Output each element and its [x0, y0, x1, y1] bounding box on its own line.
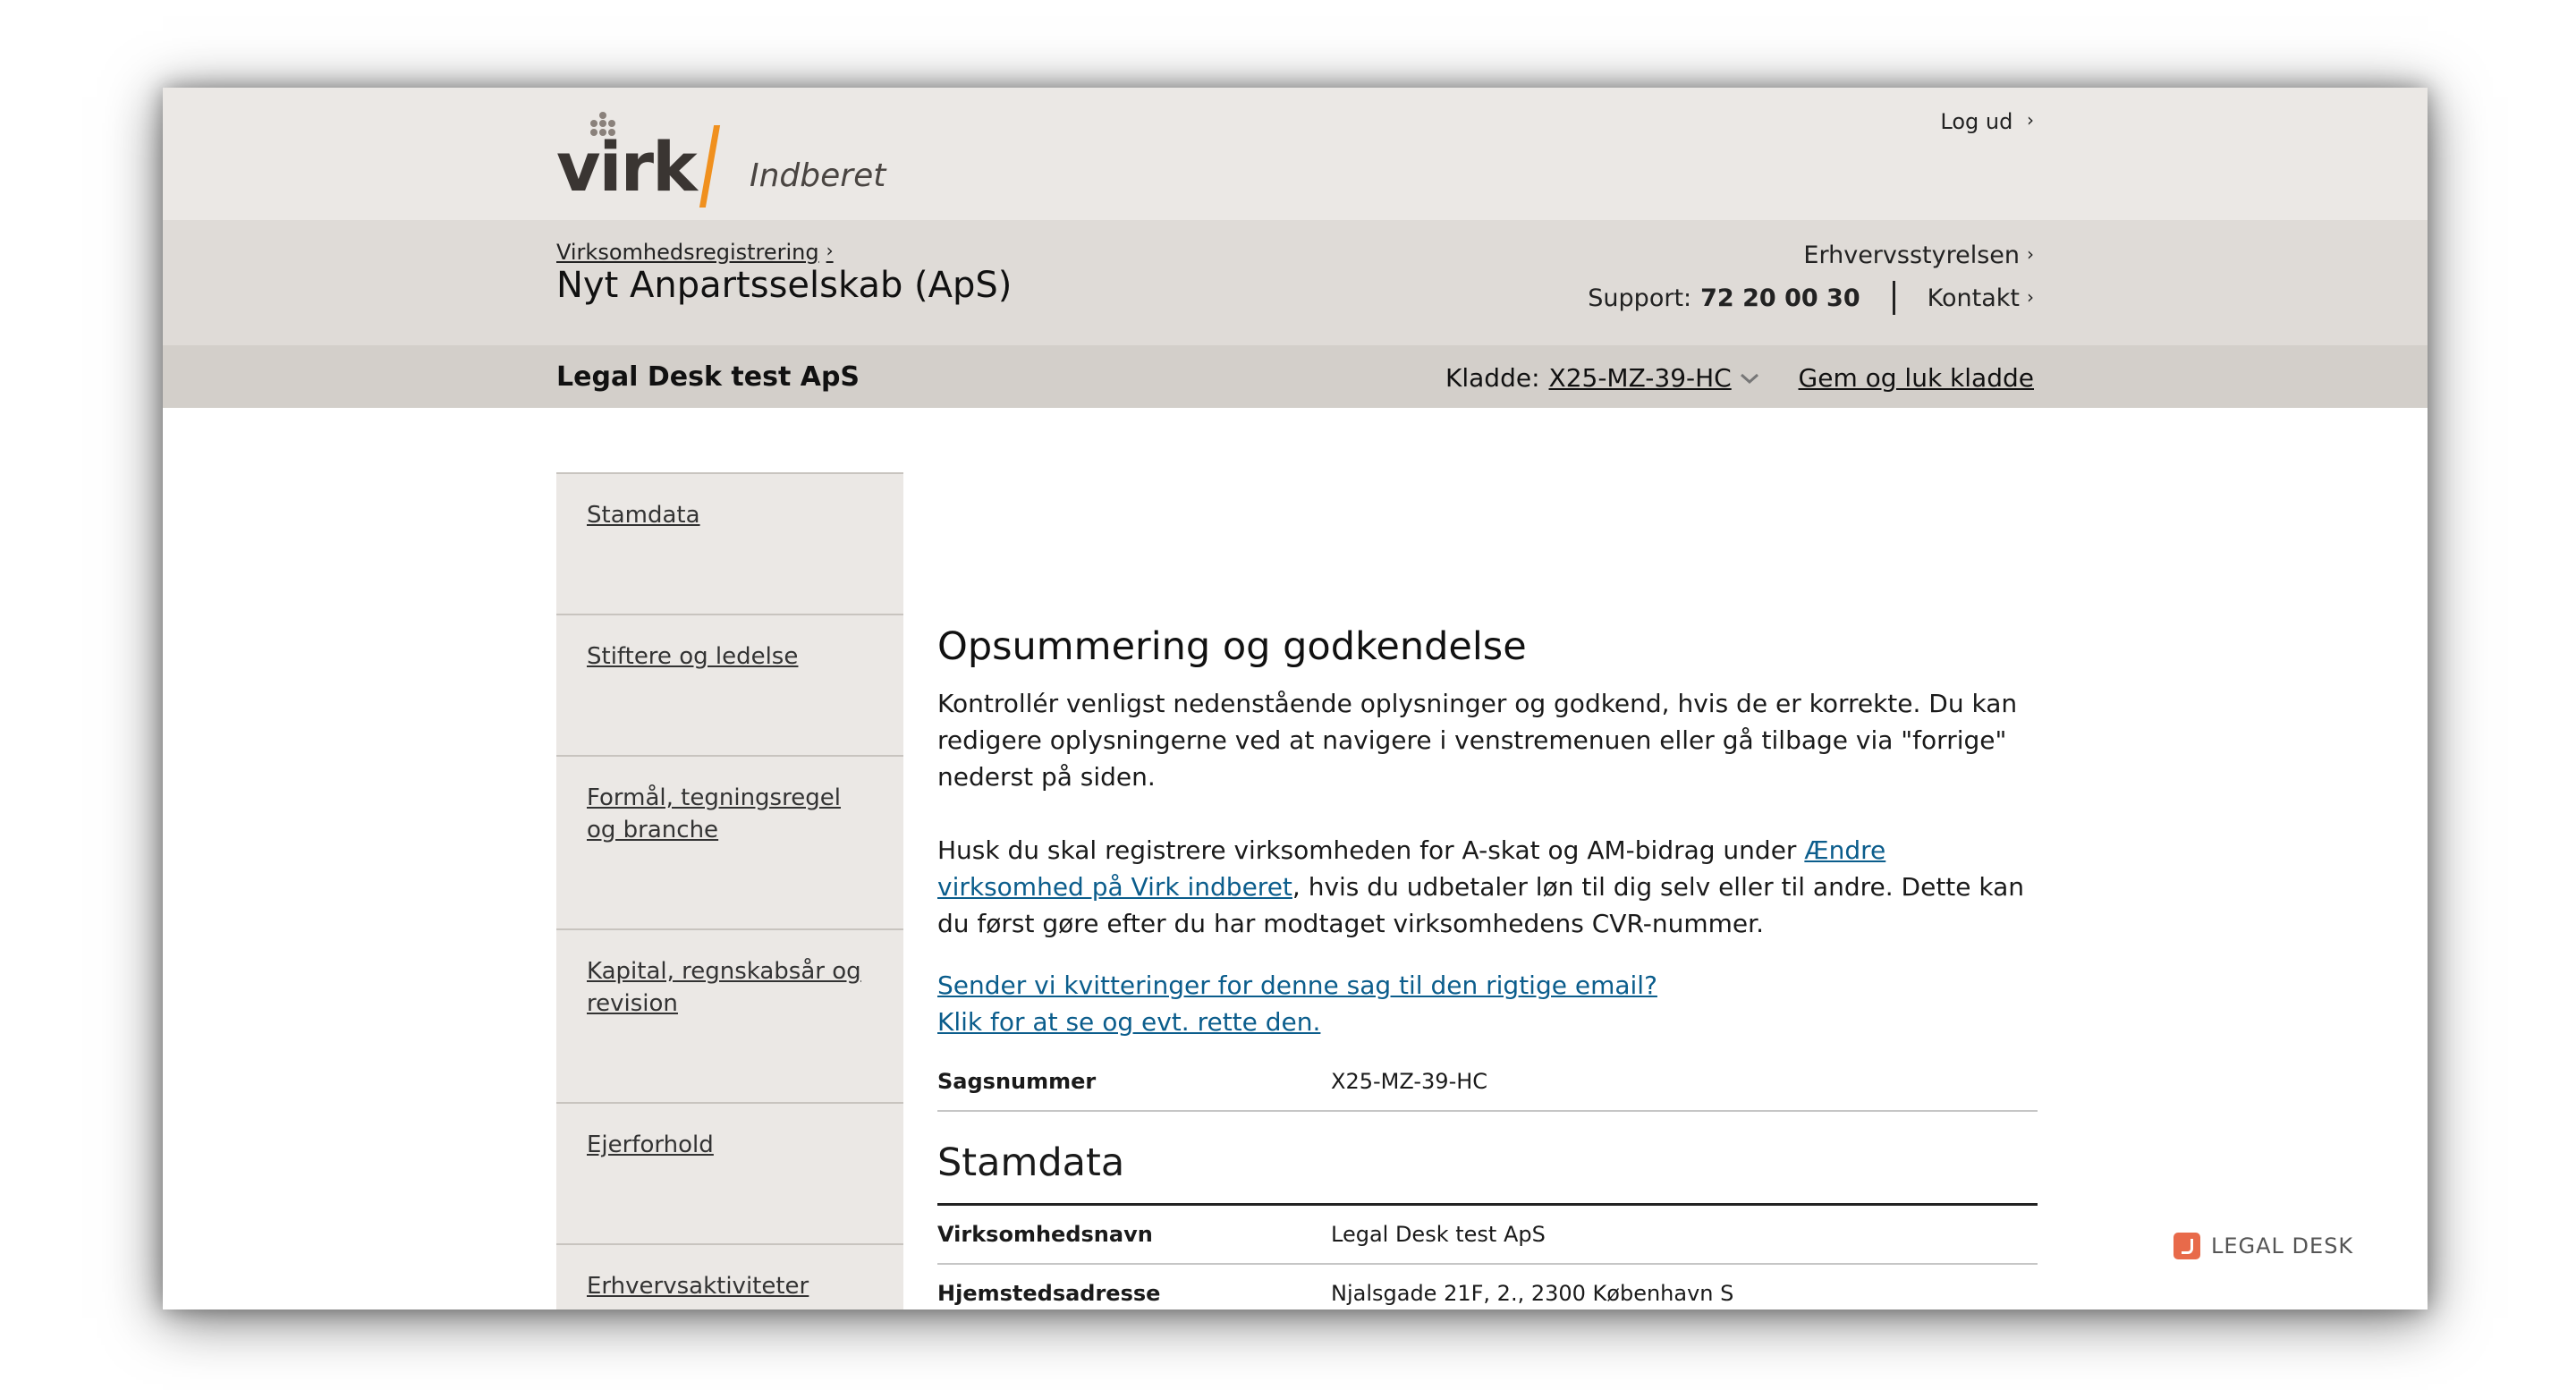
chevron-right-icon: › — [2027, 243, 2034, 265]
draft-code[interactable]: X25-MZ-39-HC — [1549, 363, 1732, 393]
summary-title: Opsummering og godkendelse — [937, 624, 1527, 669]
legal-desk-badge[interactable]: LEGAL DESK — [2174, 1233, 2353, 1259]
sidebar-nav: Stamdata Stiftere og ledelse Formål, teg… — [556, 472, 903, 1309]
sidebar-item-erhvervsaktiviteter[interactable]: Erhvervsaktiviteter — [556, 1243, 903, 1309]
case-number-label: Sagsnummer — [937, 1069, 1097, 1094]
support-number[interactable]: 72 20 00 30 — [1700, 284, 1860, 312]
row-key: Virksomhedsnavn — [937, 1222, 1153, 1247]
table-row: Hjemstedsadresse Njalsgade 21F, 2., 2300… — [937, 1265, 2038, 1309]
page-title: Nyt Anpartsselskab (ApS) — [556, 265, 1013, 306]
save-close-draft-link[interactable]: Gem og luk kladde — [1799, 363, 2034, 393]
sidebar-item-stamdata[interactable]: Stamdata — [556, 472, 903, 614]
contact-label: Kontakt — [1927, 284, 2020, 312]
logo-text: virk — [556, 127, 698, 207]
row-key: Hjemstedsadresse — [937, 1281, 1161, 1306]
chevron-right-icon: › — [826, 240, 834, 261]
company-name: Legal Desk test ApS — [556, 361, 860, 393]
row-value: Njalsgade 21F, 2., 2300 København S — [1331, 1281, 1734, 1306]
authority-label: Erhvervsstyrelsen — [1803, 242, 2020, 269]
breadcrumb-label: Virksomhedsregistrering — [556, 240, 819, 265]
case-number-row: Sagsnummer X25-MZ-39-HC — [937, 1053, 2038, 1112]
sidebar-item-label: Formål, tegningsregel og branche — [587, 784, 841, 843]
sidebar-item-stiftere[interactable]: Stiftere og ledelse — [556, 614, 903, 755]
chevron-right-icon: › — [2027, 285, 2034, 308]
contact-link[interactable]: Kontakt › — [1928, 284, 2034, 312]
draft-label: Kladde: — [1445, 363, 1540, 393]
intro-text: Kontrollér venligst nedenstående oplysni… — [937, 689, 2018, 792]
logo-subtitle: Indberet — [750, 157, 886, 194]
support-info: Support: 72 20 00 30 Kontakt › — [1588, 281, 2034, 315]
sidebar-item-label: Kapital, regnskabsår og revision — [587, 958, 861, 1017]
main-content: Opsummering og godkendelse Kontrollér ve… — [937, 624, 2038, 1309]
sidebar-item-label: Stamdata — [587, 502, 700, 529]
logout-link[interactable]: Log ud › — [1940, 109, 2034, 134]
chevron-down-icon[interactable] — [1739, 371, 1760, 386]
browser-window: virk Indberet Log ud › Virksomhedsregist… — [163, 88, 2428, 1309]
sidebar-item-kapital[interactable]: Kapital, regnskabsår og revision — [556, 928, 903, 1102]
askat-text-before: Husk du skal registrere virksomheden for… — [937, 835, 1805, 865]
legal-desk-icon — [2174, 1233, 2200, 1259]
sidebar-item-label: Ejerforhold — [587, 1131, 714, 1158]
row-value: Legal Desk test ApS — [1331, 1222, 1546, 1247]
email-links: Sender vi kvitteringer for denne sag til… — [937, 967, 2038, 1040]
support-label: Support: — [1588, 284, 1692, 312]
sidebar-item-ejerforhold[interactable]: Ejerforhold — [556, 1102, 903, 1243]
authority-link[interactable]: Erhvervsstyrelsen › — [1803, 242, 2034, 269]
divider — [1892, 281, 1895, 315]
chevron-right-icon: › — [2027, 109, 2034, 131]
receipt-email-question-link[interactable]: Sender vi kvitteringer for denne sag til… — [937, 970, 1657, 1000]
askat-text: Husk du skal registrere virksomheden for… — [937, 832, 2038, 942]
sub-header: Virksomhedsregistrering › Nyt Anpartssels… — [163, 220, 2428, 345]
draft-selector[interactable]: Kladde: X25-MZ-39-HC — [1445, 363, 1760, 393]
sidebar-item-formaal[interactable]: Formål, tegningsregel og branche — [556, 755, 903, 928]
logout-label: Log ud — [1940, 109, 2013, 134]
table-row: Virksomhedsnavn Legal Desk test ApS — [937, 1206, 2038, 1265]
case-number-value: X25-MZ-39-HC — [1331, 1069, 1488, 1094]
logo-divider — [699, 125, 721, 208]
sidebar-item-label: Erhvervsaktiviteter — [587, 1273, 809, 1300]
top-header: virk Indberet Log ud › — [163, 88, 2428, 220]
sidebar-item-label: Stiftere og ledelse — [587, 643, 799, 670]
legal-desk-label: LEGAL DESK — [2211, 1233, 2354, 1259]
section-title-stamdata: Stamdata — [937, 1140, 2038, 1206]
breadcrumb[interactable]: Virksomhedsregistrering › — [556, 240, 834, 265]
edit-email-link[interactable]: Klik for at se og evt. rette den. — [937, 1007, 1320, 1037]
virk-logo[interactable]: virk Indberet — [556, 106, 932, 208]
company-bar: Legal Desk test ApS Kladde: X25-MZ-39-HC… — [163, 345, 2428, 408]
